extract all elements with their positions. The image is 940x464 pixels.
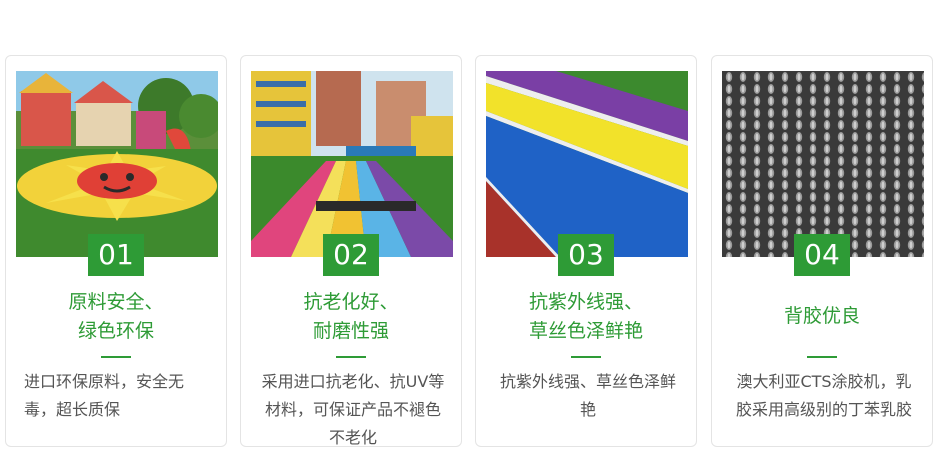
colored-turf-stripes-image (486, 71, 688, 257)
playground-turf-image (16, 71, 218, 257)
divider (571, 356, 601, 358)
card-number-badge: 01 (88, 234, 144, 276)
card-title-line-1: 原料安全、 (68, 291, 164, 313)
card-number-badge: 03 (558, 234, 614, 276)
feature-card-2: 02 抗老化好、 耐磨性强 采用进口抗老化、抗UV等材料，可保证产品不褪色不老化 (240, 55, 462, 447)
card-title-line-2: 绿色环保 (77, 320, 154, 342)
card-number-badge: 02 (323, 234, 379, 276)
card-description: 抗紫外线强、草丝色泽鲜艳 (499, 372, 676, 419)
card-description: 进口环保原料，安全无毒，超长质保 (24, 372, 185, 419)
feature-card-3: 03 抗紫外线强、 草丝色泽鲜艳 抗紫外线强、草丝色泽鲜艳 (475, 55, 697, 447)
card-title-line-2: 草丝色泽鲜艳 (528, 320, 643, 342)
card-title-line-1: 背胶优良 (783, 305, 860, 327)
divider (807, 356, 837, 358)
card-description: 澳大利亚CTS涂胶机，乳胶采用高级别的丁苯乳胶 (735, 372, 912, 419)
feature-card-1: 01 原料安全、 绿色环保 进口环保原料，安全无毒，超长质保 (5, 55, 227, 447)
card-title: 抗老化好、 耐磨性强 (241, 288, 461, 346)
card-number-badge: 04 (794, 234, 850, 276)
card-title-line-2: 耐磨性强 (312, 320, 389, 342)
card-title: 原料安全、 绿色环保 (6, 288, 226, 346)
card-title: 抗紫外线强、 草丝色泽鲜艳 (476, 288, 696, 346)
divider (101, 356, 131, 358)
feature-cards-row: 01 原料安全、 绿色环保 进口环保原料，安全无毒，超长质保 02 抗老化好、 … (0, 0, 940, 464)
rainbow-running-track-image (251, 71, 453, 257)
card-title: 背胶优良 (712, 302, 932, 331)
feature-card-4: 04 背胶优良 澳大利亚CTS涂胶机，乳胶采用高级别的丁苯乳胶 (711, 55, 933, 447)
card-title-line-1: 抗老化好、 (303, 291, 399, 313)
card-title-line-1: 抗紫外线强、 (528, 291, 643, 313)
card-description: 采用进口抗老化、抗UV等材料，可保证产品不褪色不老化 (261, 372, 445, 447)
turf-backing-closeup-image (722, 71, 924, 257)
divider (336, 356, 366, 358)
